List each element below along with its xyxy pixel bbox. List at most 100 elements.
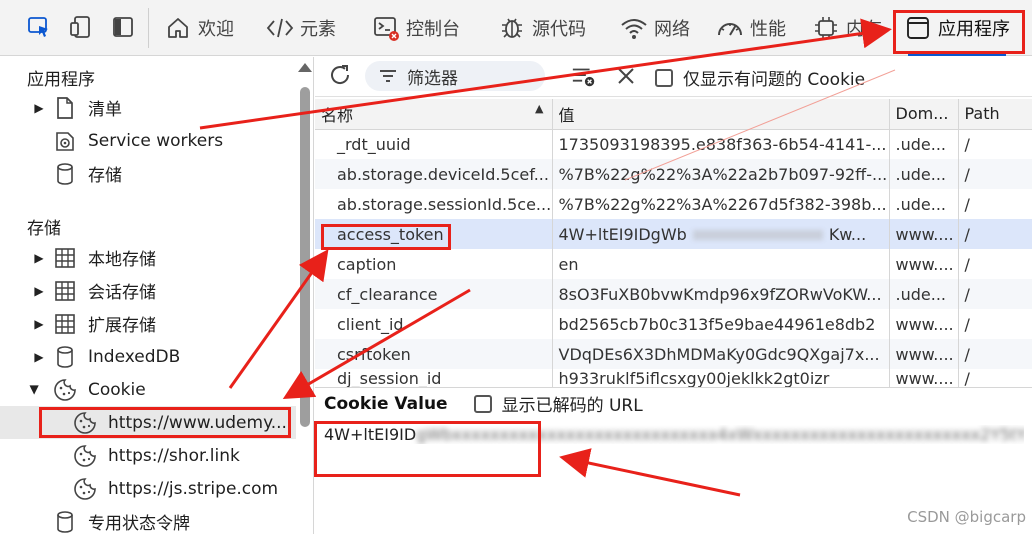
sidebar-item-cookie-shor[interactable]: https://shor.link [0,439,296,472]
only-issues-checkbox[interactable]: 仅显示有问题的 Cookie [655,65,865,90]
sidebar-item-manifest[interactable]: ▶ 清单 [0,91,296,124]
table-row[interactable]: caption en www.... / [315,249,1032,279]
cell-name: ab.storage.sessionId.5ce... [315,189,553,219]
cell-domain: .ude... [889,159,959,189]
sidebar-item-indexeddb[interactable]: ▶ IndexedDB [0,340,296,373]
chip-icon [812,14,840,42]
cell-name: client_id [315,309,553,339]
collapse-arrow-icon[interactable]: ▶ [28,383,42,397]
tab-performance[interactable]: 性能 [716,0,786,56]
tab-label: 内存 [846,19,882,40]
clear-all-cookies-icon[interactable] [571,63,597,89]
refresh-icon[interactable] [327,62,353,88]
sidebar-scrollbar[interactable] [296,57,312,534]
home-icon [164,14,192,42]
table-row[interactable]: cf_clearance 8sO3FuXB0bvwKmdp96x9fZORwVo… [315,279,1032,309]
inspect-element-icon[interactable] [26,14,52,40]
expand-arrow-icon[interactable]: ▶ [32,350,46,364]
cell-value: %7B%22g%22%3A%22a2b7b097-92ff-... [552,159,890,189]
table-row[interactable]: _rdt_uuid 1735093198395.e838f363-6b54-41… [315,129,1032,159]
sidebar-item-label: 存储 [88,166,122,186]
tab-elements[interactable]: 元素 [266,0,336,56]
annotation-box-cookie-value [314,421,541,477]
tab-console[interactable]: 控制台 [372,0,460,56]
cell-path: / [958,159,1032,189]
tab-label: 控制台 [406,19,460,40]
table-row[interactable]: csrftoken VDqDEs6X3DhMDMaKy0Gdc9QXgaj7x.… [315,339,1032,369]
devtools-toolbar: 欢迎 元素 控制台 源代码 网络 性能 内存 应用程序 [0,0,1032,56]
sidebar-item-storage-overview[interactable]: 存储 [0,157,296,190]
cell-name: csrftoken [315,339,553,369]
wifi-icon [620,14,648,42]
sidebar-item-cookie[interactable]: ▶ Cookie [0,373,296,406]
gear-icon [52,128,78,154]
toggle-sidebar-icon[interactable] [110,14,136,40]
sidebar-item-label: 专用状态令牌 [88,514,190,534]
tab-sources[interactable]: 源代码 [498,0,586,56]
cookie-filter-bar: 筛选器 仅显示有问题的 Cookie [315,57,1032,97]
expand-arrow-icon[interactable]: ▶ [32,101,46,115]
sidebar-item-label: 本地存储 [88,250,156,270]
cell-name: caption [315,249,553,279]
cell-domain: www.... [889,219,959,249]
show-decoded-url-checkbox[interactable]: 显示已解码的 URL [473,391,643,416]
tab-label: 性能 [750,19,786,40]
annotation-box-udemy-cookie [39,407,291,438]
table-row[interactable]: dj_session_id h933ruklf5iflcsxgy00jeklkk… [315,369,1032,389]
watermark: CSDN @bigcarp [907,508,1026,526]
sidebar-item-session-storage[interactable]: ▶ 会话存储 [0,274,296,307]
console-icon [372,14,400,42]
grid-icon [52,278,78,304]
cell-name: _rdt_uuid [315,129,553,159]
scroll-up-icon[interactable] [298,63,312,72]
only-issues-label: 仅显示有问题的 Cookie [683,70,866,90]
cell-path: / [958,279,1032,309]
cell-value: %7B%22g%22%3A%2267d5f382-398b... [552,189,890,219]
cell-value: 1735093198395.e838f363-6b54-4141-... [552,129,890,159]
sort-ascending-icon: ▲ [535,101,544,115]
filter-placeholder: 筛选器 [407,68,458,89]
column-label: 名称 [321,105,354,125]
sidebar-item-service-workers[interactable]: Service workers [0,124,296,157]
cell-value: h933ruklf5iflcsxgy00jeklkk2gt0izr [552,369,890,389]
column-header-value[interactable]: 值 [552,99,890,130]
tab-welcome[interactable]: 欢迎 [164,0,234,56]
delete-selected-icon[interactable] [613,63,639,89]
table-row[interactable]: client_id bd2565cb7b0c313f5e9bae44961e8d… [315,309,1032,339]
device-emulation-icon[interactable] [68,14,94,40]
cookie-value-header: Cookie Value 显示已解码的 URL [315,387,1032,419]
database-icon [52,344,78,370]
table-header-row: 名称 ▲ 值 Dom... Path [315,99,1032,130]
checkbox[interactable] [473,394,492,413]
table-row[interactable]: ab.storage.sessionId.5ce... %7B%22g%22%3… [315,189,1032,219]
grid-icon [52,311,78,337]
column-header-domain[interactable]: Dom... [889,99,959,130]
sidebar-item-label: https://js.stripe.com [108,478,279,499]
gauge-icon [716,14,744,42]
sidebar-item-extension-storage[interactable]: ▶ 扩展存储 [0,307,296,340]
cell-value: 4W+ltEI9IDgWb Kw... [552,219,890,249]
sidebar-item-private-state-tokens[interactable]: 专用状态令牌 [0,505,296,534]
expand-arrow-icon[interactable]: ▶ [32,251,46,265]
column-header-name[interactable]: 名称 ▲ [315,99,553,130]
expand-arrow-icon[interactable]: ▶ [32,284,46,298]
sidebar-item-local-storage[interactable]: ▶ 本地存储 [0,241,296,274]
cell-value: bd2565cb7b0c313f5e9bae44961e8db2 [552,309,890,339]
column-header-path[interactable]: Path [958,99,1032,130]
tab-memory[interactable]: 内存 [812,0,882,56]
sidebar-item-label: Cookie [88,379,146,400]
cell-name: cf_clearance [315,279,553,309]
scrollbar-thumb[interactable] [300,87,310,427]
code-tags-icon [266,14,294,42]
cell-domain: .ude... [889,189,959,219]
cell-domain: www.... [889,339,959,369]
decode-label: 显示已解码的 URL [501,396,643,416]
expand-arrow-icon[interactable]: ▶ [32,317,46,331]
tab-network[interactable]: 网络 [620,0,690,56]
table-row[interactable]: ab.storage.deviceId.5cef... %7B%22g%22%3… [315,159,1032,189]
cell-domain: www.... [889,249,959,279]
cell-domain: www.... [889,309,959,339]
sidebar-item-cookie-stripe[interactable]: https://js.stripe.com [0,472,296,505]
filter-input[interactable]: 筛选器 [365,61,545,91]
checkbox[interactable] [655,68,673,87]
